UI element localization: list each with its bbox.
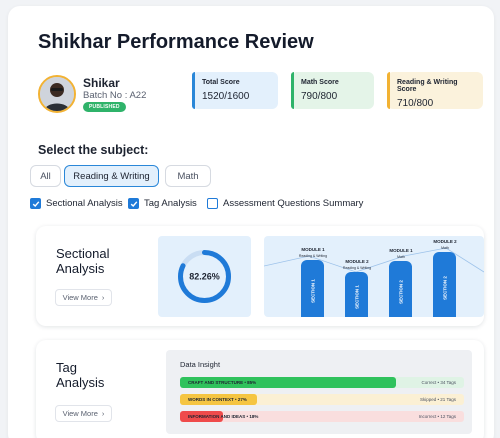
module-bar: SECTION 1 <box>345 272 368 317</box>
module-title: MODULE 2 <box>433 239 457 244</box>
sectional-analysis-card: Sectional Analysis View More › 82.26% MO… <box>36 226 484 326</box>
tag-row-stat: Incorrect • 12 Tags <box>418 414 456 419</box>
data-insight-panel: Data Insight CRAFT AND STRUCTURE • 85% C… <box>166 350 472 434</box>
card-title-line: Analysis <box>56 261 105 276</box>
score-accent-bar <box>291 72 294 109</box>
page-title: Shikhar Performance Review <box>38 31 314 53</box>
module-subject: Math <box>441 246 449 250</box>
tag-row: WORDS IN CONTEXT • 27% Skipped • 21 Tags <box>180 394 464 405</box>
tag-row-stat: Correct • 34 Tags <box>421 380 456 385</box>
module-subject: Reading & Writing <box>298 254 328 258</box>
filter-sectional-analysis[interactable]: Sectional Analysis <box>30 198 123 209</box>
tag-row-name: INFORMATION AND IDEAS • 18% <box>188 414 259 419</box>
score-label: Reading & Writing Score <box>397 79 458 93</box>
checkbox-unchecked-icon[interactable] <box>207 198 218 209</box>
filter-label: Assessment Questions Summary <box>223 198 364 209</box>
card-title-line: Sectional <box>56 246 110 261</box>
tag-row-name: WORDS IN CONTEXT • 27% <box>188 397 247 402</box>
card-title-line: Analysis <box>56 375 105 390</box>
card-title-line: Tag <box>56 360 77 375</box>
donut-label: 82.26% <box>189 272 220 282</box>
tag-row-name: CRAFT AND STRUCTURE • 85% <box>188 380 257 385</box>
math-score-card: Math Score 790/800 <box>291 72 374 109</box>
profile-batch: Batch No : A22 <box>83 90 147 101</box>
score-value: 710/800 <box>397 98 434 109</box>
subject-selector-label: Select the subject: <box>38 143 149 157</box>
view-more-button[interactable]: View More › <box>55 289 112 306</box>
score-label: Math Score <box>301 79 339 86</box>
module-section: SECTION 1 <box>354 284 359 309</box>
score-value: 1520/1600 <box>202 91 250 102</box>
view-more-label: View More <box>62 293 98 302</box>
chevron-right-icon: › <box>101 293 105 302</box>
reading-writing-score-card: Reading & Writing Score 710/800 <box>387 72 483 109</box>
module-title: MODULE 1 <box>301 247 325 252</box>
tab-all[interactable]: All <box>30 165 61 187</box>
filter-label: Tag Analysis <box>144 198 197 209</box>
module-title: MODULE 1 <box>389 248 413 253</box>
page-container: Shikhar Performance Review Shikar Batch … <box>8 6 494 438</box>
module-title: MODULE 2 <box>345 259 369 264</box>
module-section: SECTION 2 <box>398 279 403 304</box>
avatar <box>38 75 76 113</box>
card-title: Tag Analysis <box>56 360 104 390</box>
score-accent-bar <box>387 72 390 109</box>
total-score-card: Total Score 1520/1600 <box>192 72 278 109</box>
tab-reading-writing[interactable]: Reading & Writing <box>64 165 159 187</box>
insight-title: Data Insight <box>180 360 221 369</box>
avatar-image <box>40 77 74 111</box>
tag-row: CRAFT AND STRUCTURE • 85% Correct • 34 T… <box>180 377 464 388</box>
filter-assessment-questions-summary[interactable]: Assessment Questions Summary <box>207 198 363 209</box>
chevron-right-icon: › <box>101 409 105 418</box>
score-value: 790/800 <box>301 91 338 102</box>
module-bar: SECTION 2 <box>433 252 456 317</box>
tab-math[interactable]: Math <box>165 165 211 187</box>
score-label: Total Score <box>202 79 240 86</box>
checkbox-checked-icon[interactable] <box>128 198 139 209</box>
filter-tag-analysis[interactable]: Tag Analysis <box>128 198 197 209</box>
tag-row-stat: Skipped • 21 Tags <box>419 397 456 402</box>
module-section: SECTION 2 <box>442 275 447 300</box>
module-subject: Math <box>397 255 405 259</box>
module-section: SECTION 1 <box>310 279 315 304</box>
modules-panel: MODULE 1 Reading & Writing SECTION 1 MOD… <box>264 236 484 317</box>
score-accent-bar <box>192 72 195 109</box>
profile-name: Shikar <box>83 76 120 90</box>
module-subject: Reading & Writing <box>342 266 372 270</box>
card-title: Sectional Analysis <box>56 246 109 276</box>
accuracy-donut: 82.26% <box>178 250 231 303</box>
tag-row: INFORMATION AND IDEAS • 18% Incorrect • … <box>180 411 464 422</box>
status-badge: PUBLISHED <box>83 102 126 112</box>
module-bar: SECTION 2 <box>389 261 412 317</box>
tag-analysis-card: Tag Analysis View More › Data Insight CR… <box>36 340 484 438</box>
module-bar: SECTION 1 <box>301 260 324 317</box>
accuracy-donut-panel: 82.26% <box>158 236 251 317</box>
view-more-label: View More <box>62 409 98 418</box>
view-more-button[interactable]: View More › <box>55 405 112 422</box>
checkbox-checked-icon[interactable] <box>30 198 41 209</box>
filter-label: Sectional Analysis <box>46 198 123 209</box>
